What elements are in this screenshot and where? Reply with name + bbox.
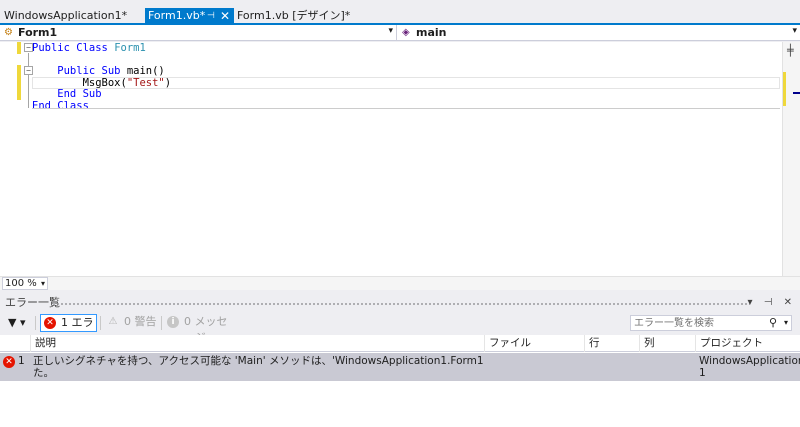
row-project: WindowsApplication 1 — [699, 355, 800, 379]
error-table: 説明 ファイル 行 列 プロジェクト ✕ 1 正しいシグネチャを持つ、アクセス可… — [0, 335, 800, 427]
column-header-column[interactable]: 列 — [639, 335, 695, 352]
class-selector[interactable]: ⚙ Form1 ▾ — [0, 25, 397, 41]
error-list-search[interactable]: ⚲ ▾ — [630, 315, 792, 331]
scrollbar-caret-marker — [793, 92, 800, 94]
chevron-down-icon[interactable]: ▾ — [784, 316, 788, 330]
error-icon: ✕ — [44, 317, 56, 329]
class-selector-value: Form1 — [18, 26, 58, 39]
document-tab-strip: WindowsApplication1* Form1.vb* ⊣ ✕ Form1… — [0, 0, 800, 25]
warnings-filter-label: 0 警告 — [124, 315, 157, 328]
error-icon: ✕ — [3, 356, 15, 368]
navigation-bar: ⚙ Form1 ▾ ◈ main ▾ — [0, 25, 800, 41]
row-index: 1 — [18, 355, 25, 367]
row-description-line1: 正しいシグネチャを持つ、アクセス可能な 'Main' メソッドは、'Window… — [33, 355, 483, 367]
change-indicator — [17, 65, 21, 100]
change-indicator — [17, 42, 21, 54]
panel-drag-grip[interactable] — [52, 302, 750, 306]
chevron-down-icon[interactable]: ▾ — [792, 26, 797, 36]
code-token: main() — [126, 65, 165, 77]
tab-form1-vb[interactable]: Form1.vb* ⊣ ✕ — [145, 8, 234, 24]
member-selector-value: main — [416, 26, 447, 39]
chevron-down-icon[interactable]: ▾ — [41, 278, 45, 289]
vertical-scrollbar[interactable]: ╪ — [782, 42, 800, 276]
toolbar-separator — [35, 316, 36, 330]
warnings-filter-button[interactable]: ⚠ 0 警告 — [104, 314, 159, 332]
tab-form1-vb-label: Form1.vb* — [148, 9, 206, 22]
pin-icon[interactable]: ⊣ — [207, 8, 215, 24]
close-icon[interactable]: ✕ — [220, 8, 230, 24]
chevron-down-icon[interactable]: ▾ — [388, 26, 393, 36]
code-line: End Class — [32, 99, 89, 113]
row-project-line2: 1 — [699, 367, 706, 379]
filter-icon[interactable]: ▼ ▾ — [8, 316, 25, 329]
zoom-selector[interactable]: 100 % ▾ — [2, 277, 48, 290]
code-token: Public Sub — [32, 65, 127, 77]
toolbar-separator — [100, 316, 101, 330]
search-input[interactable] — [634, 316, 764, 330]
code-token: "Test" — [126, 76, 165, 89]
code-token: Public Class — [32, 42, 115, 54]
warning-icon: ⚠ — [108, 316, 118, 327]
split-window-icon[interactable]: ╪ — [787, 44, 794, 57]
code-editor[interactable]: − − Public Class Form1 Public Sub main()… — [0, 42, 782, 276]
code-token: Form1 — [114, 42, 146, 54]
table-header: 説明 ファイル 行 列 プロジェクト — [0, 335, 800, 352]
class-icon: ⚙ — [4, 27, 13, 38]
row-description: 正しいシグネチャを持つ、アクセス可能な 'Main' メソッドは、'Window… — [33, 355, 483, 379]
column-header-project[interactable]: プロジェクト — [695, 335, 792, 352]
errors-filter-button[interactable]: ✕ 1 エラー — [40, 314, 97, 345]
code-token: ) — [164, 76, 172, 89]
code-line: Public Class Form1 — [32, 42, 146, 55]
outline-guide — [28, 53, 29, 108]
column-header-description[interactable]: 説明 — [30, 335, 484, 352]
panel-window-buttons[interactable]: ▾ ⊣ ✕ — [748, 296, 796, 310]
row-description-line2: た。 — [33, 367, 54, 379]
column-header-line[interactable]: 行 — [584, 335, 639, 352]
toolbar-separator — [161, 316, 162, 330]
error-list-titlebar: エラー一覧 ▾ ⊣ ✕ — [0, 296, 800, 310]
tab-form1-design[interactable]: Form1.vb [デザイン]* — [237, 8, 350, 24]
tab-project[interactable]: WindowsApplication1* — [4, 8, 127, 24]
editor-status-bar: 100 % ▾ — [0, 276, 800, 290]
messages-filter-button[interactable]: i 0 メッセージ — [164, 314, 238, 344]
zoom-value: 100 % — [5, 278, 37, 289]
code-token: End Sub — [32, 88, 102, 100]
code-end-line — [32, 108, 780, 109]
info-icon: i — [167, 316, 179, 328]
row-project-line1: WindowsApplication — [699, 355, 800, 367]
search-icon[interactable]: ⚲ — [769, 316, 777, 330]
member-selector[interactable]: ◈ main ▾ — [398, 25, 800, 41]
column-header-file[interactable]: ファイル — [484, 335, 584, 352]
scrollbar-change-marker — [783, 72, 786, 106]
code-token: End Class — [32, 99, 89, 112]
method-icon: ◈ — [402, 27, 410, 38]
code-token: MsgBox( — [32, 76, 127, 89]
table-row[interactable]: ✕ 1 正しいシグネチャを持つ、アクセス可能な 'Main' メソッドは、'Wi… — [0, 353, 800, 381]
